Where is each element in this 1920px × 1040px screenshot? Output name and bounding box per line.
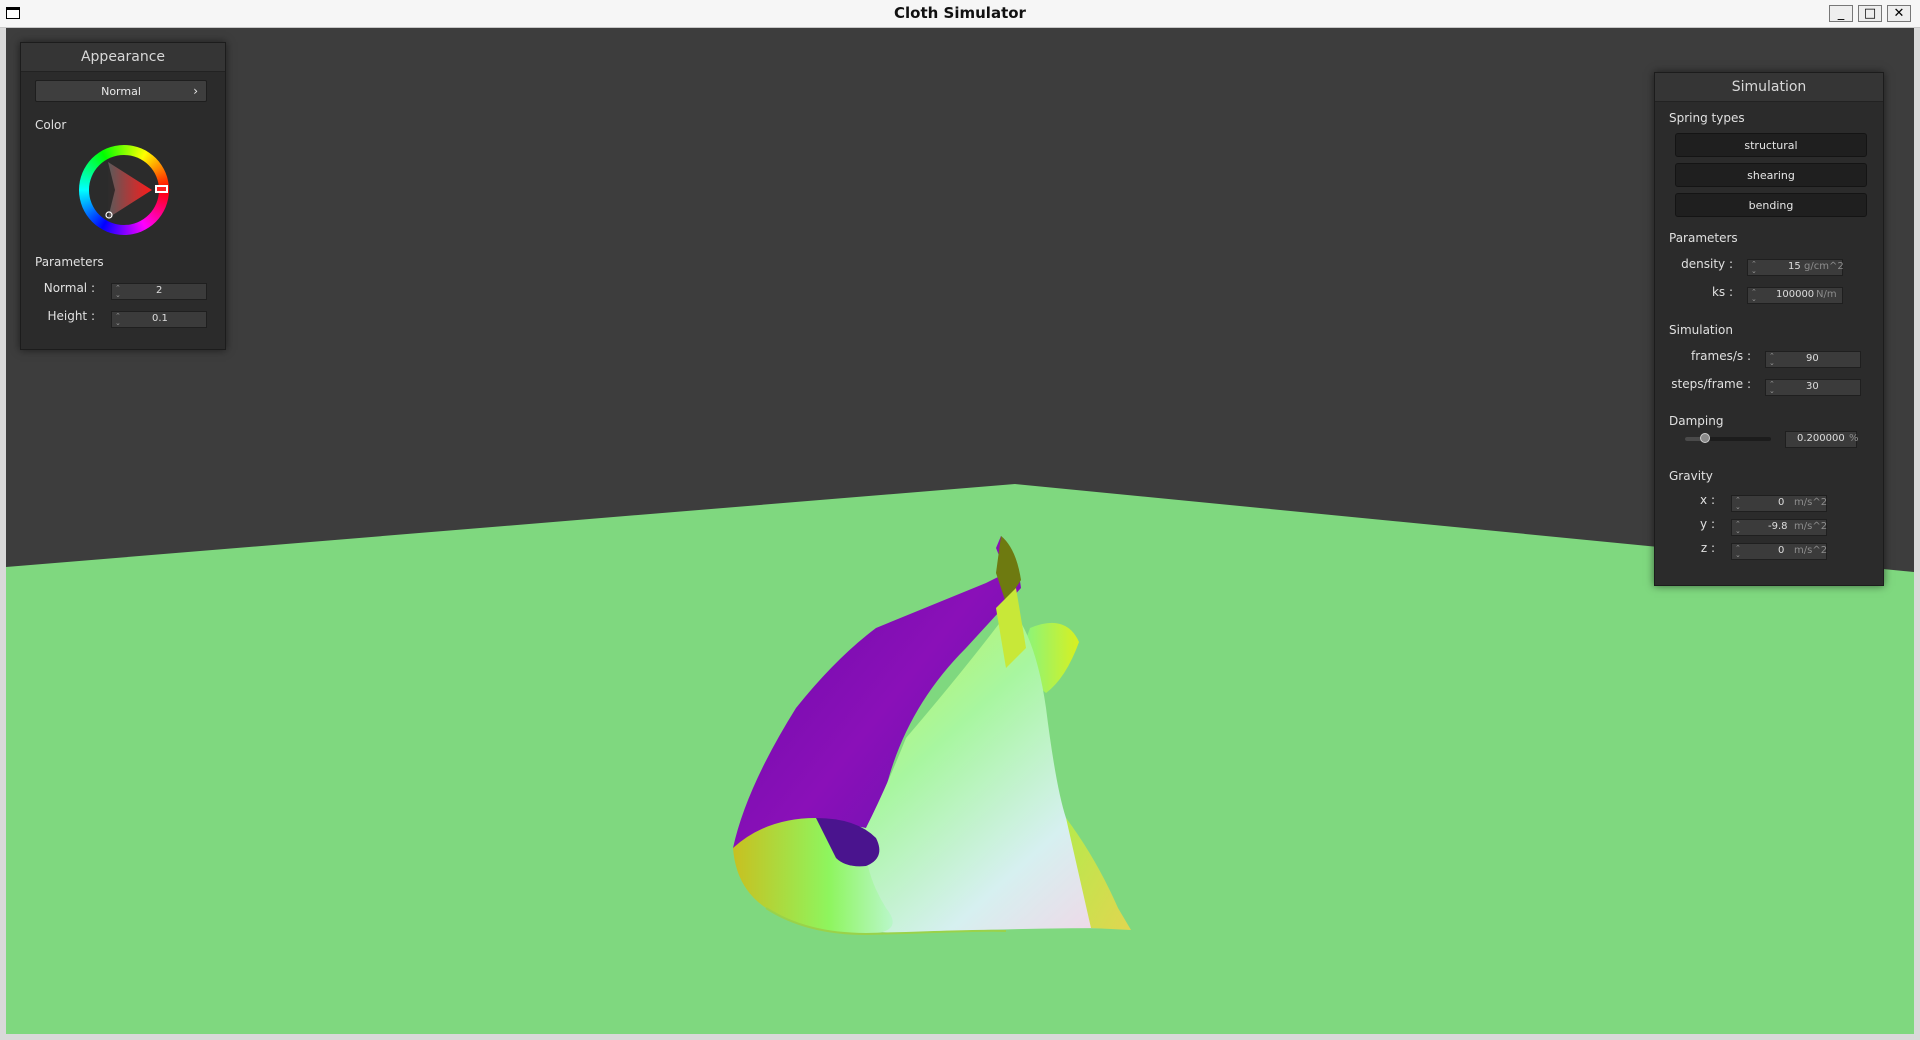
appearance-parameters-label: Parameters [35, 255, 104, 269]
ks-input[interactable]: ⌃ ⌄ 100000 N/m [1747, 287, 1843, 304]
damping-label: Damping [1669, 414, 1724, 428]
gravity-x-input[interactable]: ⌃ ⌄ 0 m/s^2 [1731, 495, 1827, 512]
appearance-panel: Appearance Normal › Color Parameters Nor… [20, 42, 226, 350]
gravity-y-input[interactable]: ⌃ ⌄ -9.8 m/s^2 [1731, 519, 1827, 536]
ks-unit: N/m [1816, 289, 1837, 300]
gravity-x-value: 0 [1778, 497, 1785, 508]
maximize-button[interactable]: □ [1858, 5, 1882, 22]
hue-selector-handle[interactable] [155, 185, 168, 193]
shader-dropdown-value: Normal [101, 84, 141, 98]
gravity-y-value: -9.8 [1768, 521, 1788, 532]
gravity-z-input[interactable]: ⌃ ⌄ 0 m/s^2 [1731, 543, 1827, 560]
gravity-z-value: 0 [1778, 545, 1785, 556]
frames-per-second-value: 90 [1806, 353, 1819, 364]
density-label: density : [1681, 257, 1733, 271]
minimize-button[interactable]: _ [1829, 5, 1853, 22]
stepper-icon[interactable]: ⌃ ⌄ [115, 285, 121, 299]
appearance-panel-title: Appearance [21, 43, 225, 72]
stepper-icon[interactable]: ⌃ ⌄ [1769, 381, 1775, 395]
damping-value: 0.200000 [1797, 433, 1845, 444]
color-wheel-picker[interactable] [79, 145, 169, 235]
stepper-icon[interactable]: ⌃ ⌄ [1735, 545, 1741, 559]
structural-springs-toggle[interactable]: structural [1675, 133, 1867, 157]
density-unit: g/cm^2 [1804, 261, 1844, 272]
steps-per-frame-value: 30 [1806, 381, 1819, 392]
steps-per-frame-label: steps/frame : [1671, 377, 1751, 391]
stepper-icon[interactable]: ⌃ ⌄ [1769, 353, 1775, 367]
simulation-panel: Simulation Spring types structural shear… [1654, 72, 1884, 586]
gravity-label: Gravity [1669, 469, 1713, 483]
gravity-y-label: y : [1700, 517, 1715, 531]
density-value: 15 [1788, 261, 1801, 272]
stepper-icon[interactable]: ⌃ ⌄ [1751, 289, 1757, 303]
gravity-x-unit: m/s^2 [1794, 497, 1828, 508]
sim-parameters-label: Parameters [1669, 231, 1738, 245]
height-field-label: Height : [47, 309, 95, 323]
stepper-icon[interactable]: ⌃ ⌄ [1735, 521, 1741, 535]
gravity-z-unit: m/s^2 [1794, 545, 1828, 556]
close-button[interactable]: ✕ [1887, 5, 1911, 22]
stepper-icon[interactable]: ⌃ ⌄ [1751, 261, 1757, 275]
frames-per-second-label: frames/s : [1691, 349, 1751, 363]
shearing-springs-toggle[interactable]: shearing [1675, 163, 1867, 187]
simulation-panel-title: Simulation [1655, 73, 1883, 102]
normal-input[interactable]: ⌃ ⌄ 2 [111, 283, 207, 300]
normal-field-label: Normal : [43, 281, 95, 295]
steps-per-frame-input[interactable]: ⌃ ⌄ 30 [1765, 379, 1861, 396]
height-input[interactable]: ⌃ ⌄ 0.1 [111, 311, 207, 328]
stepper-icon[interactable]: ⌃ ⌄ [115, 313, 121, 327]
stepper-icon[interactable]: ⌃ ⌄ [1735, 497, 1741, 511]
chevron-right-icon: › [193, 84, 198, 98]
ks-value: 100000 [1776, 289, 1815, 300]
gravity-y-unit: m/s^2 [1794, 521, 1828, 532]
window-titlebar: Cloth Simulator _ □ ✕ [0, 0, 1920, 28]
ks-label: ks : [1711, 285, 1733, 299]
shader-dropdown[interactable]: Normal › [35, 80, 207, 102]
window-title: Cloth Simulator [894, 4, 1026, 22]
bending-springs-toggle[interactable]: bending [1675, 193, 1867, 217]
damping-input[interactable]: 0.200000 % [1785, 431, 1859, 448]
gravity-z-label: z : [1700, 541, 1715, 555]
normal-input-value: 2 [156, 285, 163, 296]
color-section-label: Color [35, 118, 67, 132]
density-input[interactable]: ⌃ ⌄ 15 g/cm^2 [1747, 259, 1844, 276]
simulation-viewport[interactable]: Appearance Normal › Color Parameters Nor… [6, 28, 1914, 1034]
damping-slider[interactable] [1685, 433, 1771, 445]
height-input-value: 0.1 [152, 313, 168, 324]
damping-slider-knob[interactable] [1700, 433, 1711, 443]
gravity-x-label: x : [1700, 493, 1715, 507]
simulation-section-label: Simulation [1669, 323, 1733, 337]
spring-types-label: Spring types [1669, 111, 1745, 125]
damping-unit: % [1849, 433, 1859, 444]
frames-per-second-input[interactable]: ⌃ ⌄ 90 [1765, 351, 1861, 368]
scene-canvas [6, 484, 1914, 1034]
